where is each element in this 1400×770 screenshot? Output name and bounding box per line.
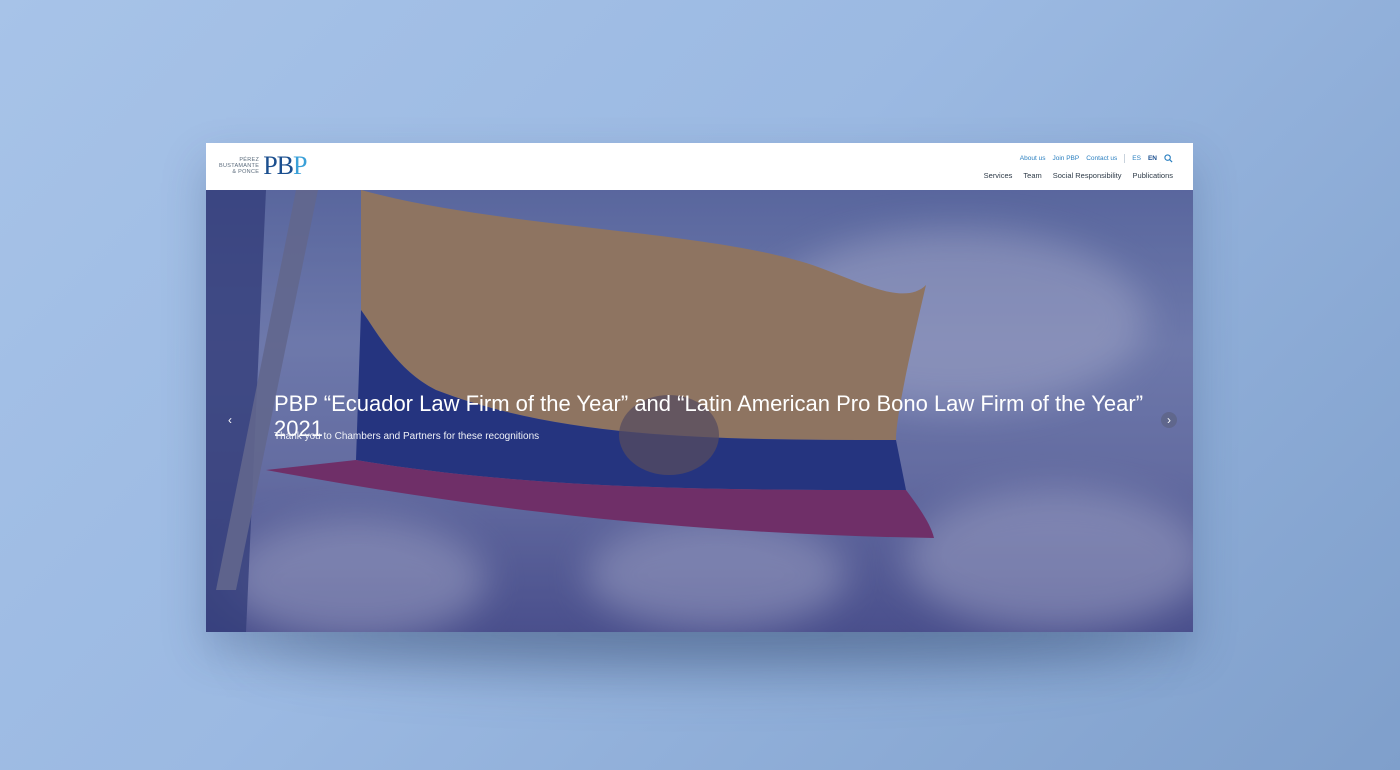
chevron-left-icon[interactable]: ‹ xyxy=(222,412,238,428)
hero-slider: PBP “Ecuador Law Firm of the Year” and “… xyxy=(206,190,1193,632)
browser-window: PÉREZ BUSTAMANTE & PONCE PBP About us Jo… xyxy=(206,143,1193,632)
nav-publications[interactable]: Publications xyxy=(1133,171,1173,180)
nav-team[interactable]: Team xyxy=(1023,171,1041,180)
search-icon[interactable] xyxy=(1164,154,1173,163)
pbp-logo[interactable]: PÉREZ BUSTAMANTE & PONCE PBP xyxy=(219,151,308,180)
chevron-right-icon[interactable]: › xyxy=(1161,412,1177,428)
logo-letter: P xyxy=(263,151,278,180)
logo-wordmark: PÉREZ BUSTAMANTE & PONCE xyxy=(219,157,259,175)
utility-nav: About us Join PBP Contact us ES EN xyxy=(1013,154,1173,163)
logo-letter: P xyxy=(293,151,308,180)
lang-es[interactable]: ES xyxy=(1132,155,1141,162)
nav-join-pbp[interactable]: Join PBP xyxy=(1052,155,1079,162)
nav-contact-us[interactable]: Contact us xyxy=(1086,155,1117,162)
logo-monogram: PBP xyxy=(263,151,308,180)
logo-word: & PONCE xyxy=(232,169,260,175)
main-nav: Services Team Social Responsibility Publ… xyxy=(973,171,1173,180)
nav-social-responsibility[interactable]: Social Responsibility xyxy=(1053,171,1122,180)
nav-services[interactable]: Services xyxy=(984,171,1013,180)
site-header: PÉREZ BUSTAMANTE & PONCE PBP About us Jo… xyxy=(206,143,1193,190)
lang-en[interactable]: EN xyxy=(1148,155,1157,162)
nav-about-us[interactable]: About us xyxy=(1020,155,1046,162)
hero-subtitle: Thank you to Chambers and Partners for t… xyxy=(274,431,540,442)
nav-divider xyxy=(1124,154,1126,163)
logo-letter: B xyxy=(276,151,294,180)
